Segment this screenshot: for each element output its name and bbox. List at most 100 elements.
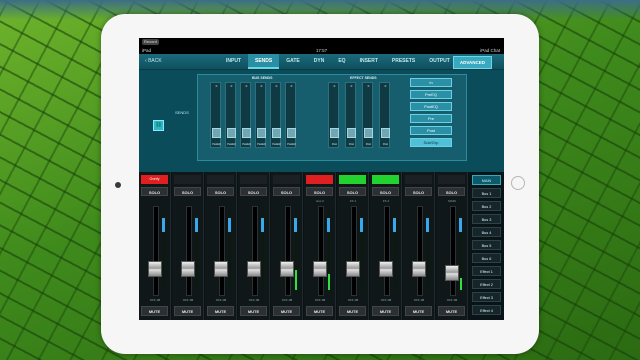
bus-send-fader-5[interactable]: 0 PostEQ (270, 82, 281, 148)
fader-track[interactable] (219, 206, 225, 296)
mute-button[interactable]: MUTE (273, 306, 300, 316)
mute-button[interactable]: MUTE (405, 306, 432, 316)
channel-name[interactable] (174, 175, 201, 184)
send-source-preeq[interactable]: PreEQ (410, 90, 452, 99)
bus-send-fader-4[interactable]: 0 PostEQ (255, 82, 266, 148)
send-fader-cap[interactable] (287, 128, 296, 138)
solo-button[interactable]: SOLO (141, 187, 168, 196)
back-button[interactable]: ‹ BACK (145, 54, 162, 69)
tab-sends[interactable]: SENDS (248, 54, 280, 69)
send-fader-cap[interactable] (212, 128, 221, 138)
send-source-post[interactable]: Post (410, 126, 452, 135)
bus-select-main[interactable]: MAIN (472, 175, 501, 185)
fader-track[interactable] (153, 206, 159, 296)
mute-button[interactable]: MUTE (141, 306, 168, 316)
mute-button[interactable]: MUTE (339, 306, 366, 316)
channel-name[interactable] (207, 175, 234, 184)
bus-select-effect-4[interactable]: Effect 4 (472, 305, 501, 315)
effect-send-fader-1[interactable]: 0 Post (328, 82, 339, 148)
mute-button[interactable]: MUTE (306, 306, 333, 316)
mute-button[interactable]: MUTE (207, 306, 234, 316)
bus-select-effect-2[interactable]: Effect 2 (472, 279, 501, 289)
solo-button[interactable]: SOLO (306, 187, 333, 196)
tab-presets[interactable]: PRESETS (385, 54, 422, 69)
fader-track[interactable] (384, 206, 390, 296)
channel-name[interactable] (438, 175, 465, 184)
tab-gate[interactable]: GATE (279, 54, 307, 69)
tab-dyn[interactable]: DYN (307, 54, 332, 69)
fader-cap[interactable] (280, 261, 294, 277)
fader-cap[interactable] (412, 261, 426, 277)
tab-insert[interactable]: INSERT (353, 54, 385, 69)
fader-track[interactable] (186, 206, 192, 296)
solo-button[interactable]: SOLO (174, 187, 201, 196)
fader-cap[interactable] (214, 261, 228, 277)
fader-cap[interactable] (313, 261, 327, 277)
bus-send-fader-3[interactable]: 0 PostEQ (240, 82, 251, 148)
solo-button[interactable]: SOLO (372, 187, 399, 196)
bus-select-bus-3[interactable]: Bus 3 (472, 214, 501, 224)
fader-cap[interactable] (379, 261, 393, 277)
solo-button[interactable]: SOLO (240, 187, 267, 196)
fader-cap[interactable] (445, 265, 459, 281)
fader-track[interactable] (351, 206, 357, 296)
send-fader-cap[interactable] (227, 128, 236, 138)
effect-send-fader-3[interactable]: 0 Post (362, 82, 373, 148)
solo-button[interactable]: SOLO (405, 187, 432, 196)
solo-button[interactable]: SOLO (207, 187, 234, 196)
bus-select-effect-3[interactable]: Effect 3 (472, 292, 501, 302)
home-button[interactable] (511, 176, 525, 190)
fader-cap[interactable] (181, 261, 195, 277)
channel-name[interactable] (240, 175, 267, 184)
solo-button[interactable]: SOLO (273, 187, 300, 196)
fader-track[interactable] (318, 206, 324, 296)
mute-button[interactable]: MUTE (174, 306, 201, 316)
link-icon[interactable]: ⛓ (153, 120, 164, 131)
channel-name[interactable] (372, 175, 399, 184)
send-source-subgrp[interactable]: Sub/Grp (410, 138, 452, 147)
send-fader-cap[interactable] (381, 128, 390, 138)
bus-select-bus-1[interactable]: Bus 1 (472, 188, 501, 198)
send-fader-cap[interactable] (242, 128, 251, 138)
fader-cap[interactable] (148, 261, 162, 277)
fader-track[interactable] (285, 206, 291, 296)
channel-name[interactable] (273, 175, 300, 184)
send-source-in[interactable]: In (410, 78, 452, 87)
fader-cap[interactable] (247, 261, 261, 277)
send-fader-cap[interactable] (347, 128, 356, 138)
record-indicator[interactable]: Record (142, 39, 159, 45)
fader-cap[interactable] (346, 261, 360, 277)
bus-select-effect-1[interactable]: Effect 1 (472, 266, 501, 276)
bus-select-bus-5[interactable]: Bus 5 (472, 240, 501, 250)
send-fader-cap[interactable] (330, 128, 339, 138)
send-fader-cap[interactable] (257, 128, 266, 138)
fader-track[interactable] (450, 206, 456, 296)
bus-send-fader-2[interactable]: 0 PostEQ (225, 82, 236, 148)
channel-name[interactable] (306, 175, 333, 184)
mute-button[interactable]: MUTE (240, 306, 267, 316)
send-fader-cap[interactable] (364, 128, 373, 138)
bus-select-bus-2[interactable]: Bus 2 (472, 201, 501, 211)
effect-send-fader-4[interactable]: 0 Post (379, 82, 390, 148)
tab-output[interactable]: OUTPUT (422, 54, 457, 69)
solo-button[interactable]: SOLO (339, 187, 366, 196)
advanced-button[interactable]: ADVANCED (452, 56, 492, 69)
bus-select-bus-4[interactable]: Bus 4 (472, 227, 501, 237)
solo-button[interactable]: SOLO (438, 187, 465, 196)
bus-select-bus-6[interactable]: Bus 6 (472, 253, 501, 263)
mute-button[interactable]: MUTE (438, 306, 465, 316)
send-source-posteq[interactable]: PostEQ (410, 102, 452, 111)
channel-name[interactable] (405, 175, 432, 184)
tab-eq[interactable]: EQ (331, 54, 352, 69)
bus-send-fader-1[interactable]: 0 PostEQ (210, 82, 221, 148)
send-source-pre[interactable]: Pre (410, 114, 452, 123)
effect-send-fader-2[interactable]: 0 Post (345, 82, 356, 148)
send-fader-cap[interactable] (272, 128, 281, 138)
channel-name[interactable]: Overly (141, 175, 168, 184)
fader-track[interactable] (417, 206, 423, 296)
tab-input[interactable]: INPUT (219, 54, 248, 69)
bus-send-fader-6[interactable]: 0 PostEQ (285, 82, 296, 148)
fader-track[interactable] (252, 206, 258, 296)
mute-button[interactable]: MUTE (372, 306, 399, 316)
channel-name[interactable] (339, 175, 366, 184)
